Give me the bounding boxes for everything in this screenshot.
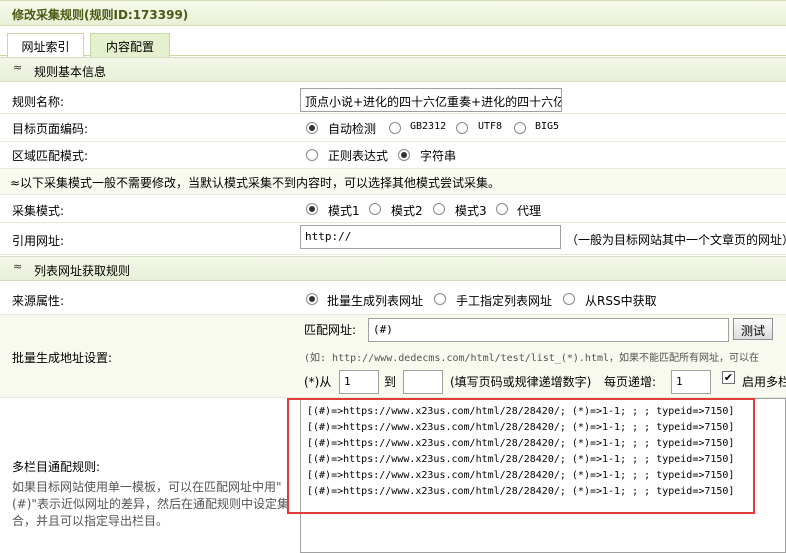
encoding-auto-radio[interactable] bbox=[306, 122, 318, 134]
collect-mode-row: 采集模式: 模式1 模式2 模式3 代理 bbox=[0, 195, 786, 223]
proxy-radio[interactable] bbox=[496, 203, 508, 215]
mode2-radio[interactable] bbox=[369, 203, 381, 215]
referer-hint: （一般为目标网站其中一个文章页的网址） bbox=[566, 233, 786, 247]
match-url-input[interactable]: (#) bbox=[368, 318, 729, 342]
mode1-radio[interactable] bbox=[306, 203, 318, 215]
encoding-row: 目标页面编码: 自动检测 GB2312 UTF8 BIG5 bbox=[0, 114, 786, 142]
multi-rule-desc-1: 如果目标网站使用单一模板，可以在匹配网址中用" bbox=[12, 480, 282, 494]
section-basic-header[interactable]: ≈ 规则基本信息 bbox=[0, 57, 786, 82]
from-input[interactable]: 1 bbox=[339, 370, 379, 394]
encoding-big5-label: BIG5 bbox=[535, 121, 560, 132]
match-string-radio[interactable] bbox=[398, 149, 410, 161]
encoding-big5-radio[interactable] bbox=[514, 122, 526, 134]
step-input[interactable]: 1 bbox=[671, 370, 711, 394]
multi-rule-textarea[interactable]: [(#)=>https://www.x23us.com/html/28/2842… bbox=[300, 398, 786, 553]
tab-bar: 网址索引 内容配置 bbox=[0, 26, 786, 57]
match-url-label: 匹配网址: bbox=[304, 323, 357, 337]
notice-row: ≈以下采集模式一般不需要修改，当默认模式采集不到内容时，可以选择其他模式尝试采集… bbox=[0, 169, 786, 195]
tab-url-index[interactable]: 网址索引 bbox=[7, 33, 84, 57]
encoding-utf8-radio[interactable] bbox=[456, 122, 468, 134]
example-hint: (如: http://www.dedecms.com/html/test/lis… bbox=[304, 353, 760, 364]
to-label: 到 bbox=[384, 375, 397, 389]
multi-rule-desc-3: 合，并且可以指定导出栏目。 bbox=[12, 514, 169, 528]
match-mode-row: 区域匹配模式: 正则表达式 字符串 bbox=[0, 142, 786, 169]
section-list-title: 列表网址获取规则 bbox=[34, 264, 131, 278]
multi-rule-label: 多栏目通配规则: bbox=[12, 460, 101, 474]
source-manual-radio[interactable] bbox=[434, 293, 446, 305]
batch-label: 批量生成地址设置: bbox=[12, 351, 113, 365]
match-regex-radio[interactable] bbox=[306, 149, 318, 161]
source-row: 来源属性: 批量生成列表网址 手工指定列表网址 从RSS中获取 bbox=[0, 283, 786, 315]
page-header: 修改采集规则(规则ID:173399) bbox=[0, 0, 786, 26]
encoding-auto-label: 自动检测 bbox=[328, 122, 377, 136]
referer-label: 引用网址: bbox=[12, 234, 65, 248]
to-hint: (填写页码或规律递增数字) bbox=[450, 375, 592, 389]
source-rss-label: 从RSS中获取 bbox=[585, 294, 657, 308]
notice-text: ≈以下采集模式一般不需要修改，当默认模式采集不到内容时，可以选择其他模式尝试采集… bbox=[10, 176, 501, 190]
enable-multi-label: 启用多栏 bbox=[742, 375, 786, 389]
rule-line: [(#)=>https://www.x23us.com/html/28/2842… bbox=[307, 438, 735, 449]
rule-line: [(#)=>https://www.x23us.com/html/28/2842… bbox=[307, 486, 735, 497]
enable-multi-checkbox[interactable]: ✔ bbox=[722, 371, 735, 384]
page-title: 修改采集规则(规则ID:173399) bbox=[12, 8, 189, 22]
rule-line: [(#)=>https://www.x23us.com/html/28/2842… bbox=[307, 422, 735, 433]
source-manual-label: 手工指定列表网址 bbox=[456, 294, 553, 308]
mode3-label: 模式3 bbox=[455, 204, 487, 218]
rule-line: [(#)=>https://www.x23us.com/html/28/2842… bbox=[307, 454, 735, 465]
encoding-utf8-label: UTF8 bbox=[478, 121, 503, 132]
collapse-icon[interactable]: ≈ bbox=[13, 260, 22, 273]
source-label: 来源属性: bbox=[12, 294, 65, 308]
match-string-label: 字符串 bbox=[420, 149, 457, 163]
match-regex-label: 正则表达式 bbox=[328, 149, 389, 163]
encoding-gb2312-label: GB2312 bbox=[410, 121, 447, 132]
mode2-label: 模式2 bbox=[391, 204, 423, 218]
encoding-label: 目标页面编码: bbox=[12, 122, 89, 136]
rule-line: [(#)=>https://www.x23us.com/html/28/2842… bbox=[307, 406, 735, 417]
mode3-radio[interactable] bbox=[433, 203, 445, 215]
tab-content-config[interactable]: 内容配置 bbox=[90, 33, 170, 57]
multi-rule-desc-2: (#)"表示近似网址的差异，然后在通配规则中设定集 bbox=[12, 497, 289, 511]
section-list-header[interactable]: ≈ 列表网址获取规则 bbox=[0, 256, 786, 281]
rule-name-input[interactable]: 顶点小说+进化的四十六亿重奏+进化的四十六亿 bbox=[300, 88, 562, 112]
referer-input[interactable]: http:// bbox=[300, 225, 561, 249]
collect-mode-label: 采集模式: bbox=[12, 204, 65, 218]
step-label: 每页递增: bbox=[604, 375, 657, 389]
batch-row: 批量生成地址设置: 匹配网址: (#) 测试 (如: http://www.de… bbox=[0, 315, 786, 398]
section-basic-title: 规则基本信息 bbox=[34, 65, 107, 79]
encoding-gb2312-radio[interactable] bbox=[389, 122, 401, 134]
multi-rule-row: 多栏目通配规则: 如果目标网站使用单一模板，可以在匹配网址中用" (#)"表示近… bbox=[0, 398, 786, 553]
match-mode-label: 区域匹配模式: bbox=[12, 149, 89, 163]
to-input[interactable] bbox=[403, 370, 443, 394]
source-rss-radio[interactable] bbox=[563, 293, 575, 305]
rule-line: [(#)=>https://www.x23us.com/html/28/2842… bbox=[307, 470, 735, 481]
source-batch-radio[interactable] bbox=[306, 293, 318, 305]
from-label: (*)从 bbox=[304, 375, 332, 389]
collapse-icon[interactable]: ≈ bbox=[13, 61, 22, 74]
source-batch-label: 批量生成列表网址 bbox=[327, 294, 424, 308]
test-button[interactable]: 测试 bbox=[733, 318, 773, 340]
rule-name-row: 规则名称: 顶点小说+进化的四十六亿重奏+进化的四十六亿 bbox=[0, 85, 786, 114]
proxy-label: 代理 bbox=[517, 204, 542, 218]
rule-name-label: 规则名称: bbox=[12, 95, 65, 109]
mode1-label: 模式1 bbox=[328, 204, 360, 218]
referer-row: 引用网址: http:// （一般为目标网站其中一个文章页的网址） bbox=[0, 223, 786, 255]
